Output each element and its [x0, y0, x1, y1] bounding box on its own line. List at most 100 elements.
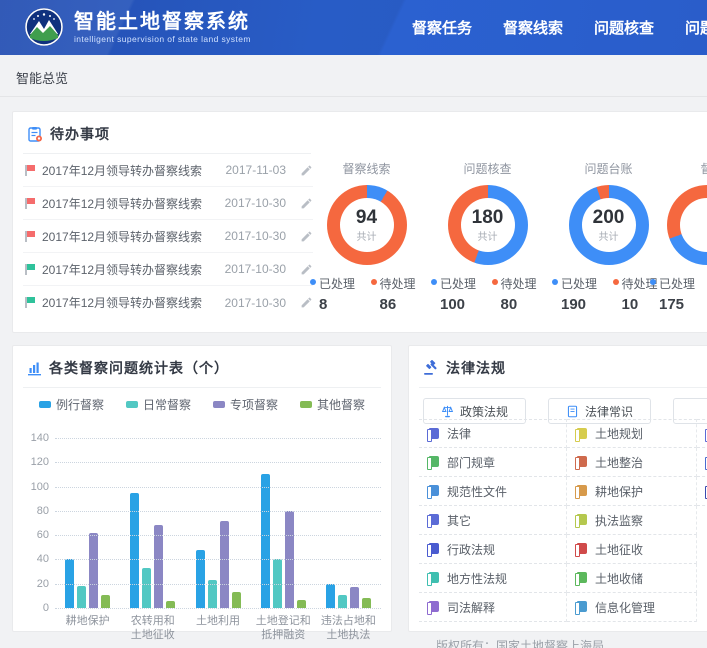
law-link[interactable]: 土地整治 [567, 448, 697, 477]
bar-其他督察[interactable] [297, 600, 306, 609]
law-link[interactable]: 法律 [419, 419, 567, 448]
law-link-label: 土地征收 [595, 541, 643, 558]
legend-swatch-icon [300, 401, 312, 408]
bar-日常督察[interactable] [142, 568, 151, 608]
book-icon [427, 601, 439, 613]
bar-例行督察[interactable] [261, 474, 270, 608]
bar-chart-plot: 020406080100120140 耕地保护农转用和 土地征收土地利用土地登记… [21, 434, 385, 640]
book-icon [575, 601, 587, 613]
todo-item-title: 2017年12月领导转办督察线索 [42, 261, 225, 278]
bar-日常督察[interactable] [338, 595, 347, 608]
book-icon [427, 572, 439, 584]
law-grid: 法律部门规章规范性文件其它行政法规地方性法规司法解释土地规划土地整治耕地保护执法… [419, 419, 707, 622]
book-icon [575, 456, 587, 468]
bar-其他督察[interactable] [232, 592, 241, 608]
todo-item[interactable]: 2017年12月领导转办督察线索2017-11-03 [23, 154, 313, 187]
bar-专项督察[interactable] [89, 533, 98, 608]
law-link[interactable]: 信息化管理 [567, 593, 697, 622]
flag-icon [25, 297, 35, 308]
todo-item-title: 2017年12月领导转办督察线索 [42, 228, 225, 245]
legend-item[interactable]: 日常督察 [126, 396, 191, 413]
law-link-label: 土地规划 [595, 425, 643, 442]
bar-group [55, 438, 120, 608]
donut-values: 10080 [427, 296, 548, 313]
nav-item-1[interactable]: 督察任务 [412, 17, 472, 38]
law-link[interactable]: 执法监察 [567, 506, 697, 535]
bar-日常督察[interactable] [77, 586, 86, 608]
todo-panel-title: 待办事项 [50, 124, 110, 144]
legend-value: 175 [646, 296, 707, 313]
donut-chart-2: 问题核查180共计已处理待处理10080 [427, 160, 548, 313]
law-button-label: 政策法规 [460, 403, 508, 420]
bar-chart-legend: 例行督察 日常督察 专项督察 其他督察 [13, 396, 391, 413]
law-link[interactable]: 部门规章 [419, 448, 567, 477]
legend-dot-icon [310, 279, 316, 285]
law-column-1: 法律部门规章规范性文件其它行政法规地方性法规司法解释 [419, 419, 567, 622]
bar-panel-title: 各类督察问题统计表（个） [49, 358, 229, 378]
law-link[interactable]: 规范性文件 [419, 477, 567, 506]
plot-area: 020406080100120140 [55, 438, 381, 608]
law-link[interactable]: 耕地保护 [567, 477, 697, 506]
law-link[interactable]: 土地收储 [567, 564, 697, 593]
donut-total-label: 共计 [357, 228, 377, 243]
bar-例行督察[interactable] [326, 584, 335, 608]
law-link[interactable]: 司法解释 [419, 593, 567, 622]
donut-center: 180共计 [461, 198, 515, 252]
nav-item-4[interactable]: 问题台账 [685, 17, 707, 38]
bar-专项督察[interactable] [154, 525, 163, 608]
bar-专项督察[interactable] [350, 587, 359, 608]
todo-list: 2017年12月领导转办督察线索2017-11-032017年12月领导转办督察… [23, 154, 313, 319]
donut-values: 175 [646, 296, 707, 313]
copyright-footer: 版权所有：国家土地督察上海局 [436, 637, 604, 648]
donut-ring: 94共计 [327, 185, 407, 265]
book-icon [575, 572, 587, 584]
y-tick-label: 140 [21, 432, 49, 444]
x-tick-label: 土地登记和 抵押融资 [251, 614, 316, 642]
law-link[interactable]: 地方性法规 [419, 564, 567, 593]
law-link[interactable]: 土地规划 [567, 419, 697, 448]
law-link[interactable]: 行政法规 [419, 535, 567, 564]
law-link[interactable]: 土地征收 [567, 535, 697, 564]
legend-value: 8 [306, 296, 367, 313]
law-link[interactable] [697, 419, 707, 448]
legend-value: 80 [488, 296, 549, 313]
legend-dot-icon [613, 279, 619, 285]
flag-icon [25, 165, 35, 176]
legend-item: 待处理 [367, 275, 428, 292]
y-tick-label: 0 [21, 602, 49, 614]
flag-icon [25, 264, 35, 275]
nav-item-2[interactable]: 督察线索 [503, 17, 563, 38]
donut-ring: 180共计 [448, 185, 528, 265]
gridline [55, 608, 381, 609]
bar-其他督察[interactable] [101, 595, 110, 608]
law-link-label: 土地收储 [595, 570, 643, 587]
nav-item-3[interactable]: 问题核查 [594, 17, 654, 38]
law-link[interactable]: 其它 [419, 506, 567, 535]
todo-item[interactable]: 2017年12月领导转办督察线索2017-10-30 [23, 286, 313, 319]
todo-item[interactable]: 2017年12月领导转办督察线索2017-10-30 [23, 220, 313, 253]
legend-swatch-icon [126, 401, 138, 408]
todo-item[interactable]: 2017年12月领导转办督察线索2017-10-30 [23, 253, 313, 286]
law-link[interactable] [697, 448, 707, 477]
legend-value: 86 [367, 296, 428, 313]
breadcrumb: 智能总览 [16, 68, 68, 87]
bar-chart-panel: 各类督察问题统计表（个） 例行督察 日常督察 专项督察 其他督察 0204060801… [12, 345, 392, 632]
y-tick-label: 80 [21, 505, 49, 517]
law-link[interactable] [697, 477, 707, 506]
bar-专项督察[interactable] [220, 521, 229, 608]
donut-total-label: 共计 [478, 228, 498, 243]
legend-item[interactable]: 专项督察 [213, 396, 278, 413]
bar-其他督察[interactable] [166, 601, 175, 608]
todo-panel: 待办事项 2017年12月领导转办督察线索2017-11-032017年12月领… [12, 111, 707, 333]
donut-chart-1: 督察线索94共计已处理待处理886 [306, 160, 427, 313]
donut-total-label: 共计 [599, 228, 619, 243]
donut-values: 886 [306, 296, 427, 313]
legend-item[interactable]: 其他督察 [300, 396, 365, 413]
law-link-label: 土地整治 [595, 454, 643, 471]
bar-其他督察[interactable] [362, 598, 371, 608]
todo-item[interactable]: 2017年12月领导转办督察线索2017-10-30 [23, 187, 313, 220]
legend-item[interactable]: 例行督察 [39, 396, 104, 413]
todo-item-title: 2017年12月领导转办督察线索 [42, 195, 225, 212]
donut-ring [667, 185, 707, 265]
law-column-2: 土地规划土地整治耕地保护执法监察土地征收土地收储信息化管理 [567, 419, 697, 622]
